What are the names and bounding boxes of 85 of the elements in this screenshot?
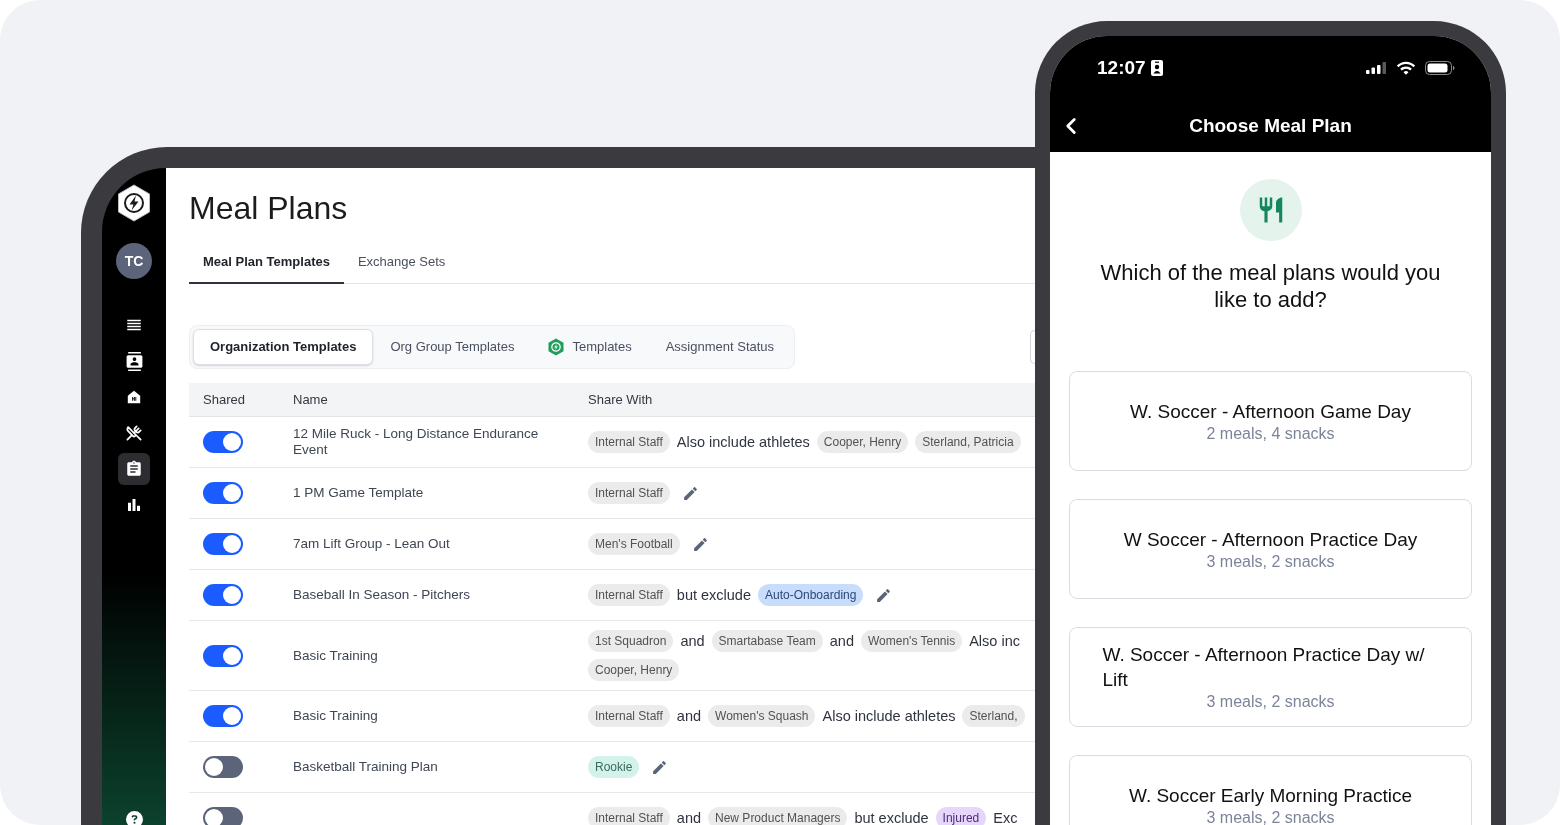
template-name: Basic Training <box>293 647 379 664</box>
group-chip: Rookie <box>588 756 640 778</box>
battery-icon <box>1425 61 1455 75</box>
rule-text: but exclude <box>854 809 929 825</box>
user-avatar[interactable]: TC <box>116 243 152 279</box>
meal-plan-card[interactable]: W. Soccer - Afternoon Practice Day w/ Lift 3 meals, 2 snacks <box>1069 627 1472 727</box>
contact-card-icon <box>124 351 144 371</box>
rule-text: and <box>676 809 702 825</box>
group-chip: Internal Staff <box>588 807 670 825</box>
rule-text: and <box>829 632 854 651</box>
rule-text: and <box>680 632 705 651</box>
rule-text: Exc <box>993 809 1018 825</box>
plan-summary: 2 meals, 4 snacks <box>1206 423 1335 444</box>
group-chip: Injured <box>935 807 987 825</box>
segment-tab[interactable]: Organization Templates <box>193 329 374 365</box>
segment-tab[interactable]: Templates <box>531 329 649 365</box>
plan-title: W. Soccer - Afternoon Practice Day w/ Lift <box>1102 643 1426 692</box>
page-tab[interactable]: Exchange Sets <box>343 242 460 284</box>
group-chip: Smartabase Team <box>711 630 823 652</box>
segment-tab[interactable]: Org Group Templates <box>373 329 532 365</box>
meal-plan-card[interactable]: W Soccer - Afternoon Practice Day 3 meals, 2 snacks <box>1069 499 1472 599</box>
bar-chart-icon <box>125 496 143 514</box>
group-chip: Sterland, <box>962 705 1025 727</box>
rule-text: Also inc <box>969 632 1020 651</box>
house-icon <box>127 390 141 404</box>
screen-title: Choose Meal Plan <box>1188 113 1353 138</box>
nav-button[interactable] <box>118 453 150 485</box>
plan-title: W Soccer - Afternoon Practice Day <box>1123 527 1418 552</box>
rule-text: Also include athletes <box>676 433 810 452</box>
plan-summary: 3 meals, 2 snacks <box>1206 807 1335 825</box>
rule-text: Also include athletes <box>822 707 956 726</box>
template-name: Basketball Training Plan <box>293 759 439 775</box>
group-chip: Men's Football <box>588 533 680 555</box>
prompt-text: Which of the meal plans would you like to add? <box>1099 259 1442 313</box>
page-tab[interactable]: Meal Plan Templates <box>189 242 344 284</box>
rule-text: and <box>676 707 702 726</box>
column-header: Share With <box>588 391 653 407</box>
column-header: Shared <box>203 391 245 407</box>
share-toggle[interactable] <box>203 584 243 606</box>
plan-title: W. Soccer - Afternoon Game Day <box>1130 399 1411 424</box>
page-title: Meal Plans <box>189 189 349 228</box>
meal-plan-card[interactable]: W. Soccer - Afternoon Game Day 2 meals, 4 snacks <box>1069 371 1472 471</box>
share-toggle[interactable] <box>203 807 243 825</box>
group-chip: Internal Staff <box>588 584 670 606</box>
pencil-icon[interactable] <box>681 484 699 502</box>
status-time: 12:07 <box>1097 56 1146 80</box>
plan-summary: 3 meals, 2 snacks <box>1206 551 1335 572</box>
template-name: 12 Mile Ruck - Long Distance Endurance Event <box>293 426 540 458</box>
group-chip: Internal Staff <box>588 705 670 727</box>
group-chip: Cooper, Henry <box>588 659 680 681</box>
share-toggle[interactable] <box>203 482 243 504</box>
pencil-icon[interactable] <box>651 758 669 776</box>
plan-summary: 3 meals, 2 snacks <box>1206 692 1335 712</box>
help-icon[interactable] <box>125 811 143 825</box>
group-chip: Sterland, Patricia <box>915 431 1021 453</box>
template-name: 1 PM Game Template <box>293 485 425 501</box>
utensils-icon <box>126 425 142 441</box>
template-name: Baseball In Season - Pitchers <box>293 587 472 603</box>
group-chip: Internal Staff <box>588 431 670 453</box>
pencil-icon[interactable] <box>875 586 893 604</box>
meal-plan-card[interactable]: W. Soccer Early Morning Practice 3 meals, 2 snacks <box>1069 755 1472 825</box>
plan-title: W. Soccer Early Morning Practice <box>1129 783 1412 808</box>
bolt-hexagon-icon <box>548 338 565 356</box>
group-chip: New Product Managers <box>708 807 848 825</box>
template-name: 7am Lift Group - Lean Out <box>293 536 451 552</box>
group-chip: Cooper, Henry <box>816 431 909 453</box>
column-header: Name <box>293 391 328 407</box>
group-chip: Auto-Onboarding <box>758 584 864 606</box>
share-toggle[interactable] <box>203 431 243 453</box>
signal-icon <box>1366 62 1387 74</box>
group-chip: Women's Tennis <box>860 630 963 652</box>
pencil-icon[interactable] <box>691 535 709 553</box>
segment-tab[interactable]: Assignment Status <box>648 329 792 365</box>
rule-text: but exclude <box>676 586 751 605</box>
id-badge-icon <box>1150 60 1163 76</box>
clipboard-icon <box>125 460 143 478</box>
group-chip: Women's Squash <box>708 705 816 727</box>
bolt-hexagon-logo-icon[interactable] <box>117 184 151 222</box>
share-toggle[interactable] <box>203 756 243 778</box>
template-name: Basic Training <box>293 708 379 724</box>
share-toggle[interactable] <box>203 705 243 727</box>
group-chip: 1st Squadron <box>588 630 674 652</box>
share-toggle[interactable] <box>203 533 243 555</box>
group-chip: Internal Staff <box>588 482 670 504</box>
share-toggle[interactable] <box>203 644 243 667</box>
